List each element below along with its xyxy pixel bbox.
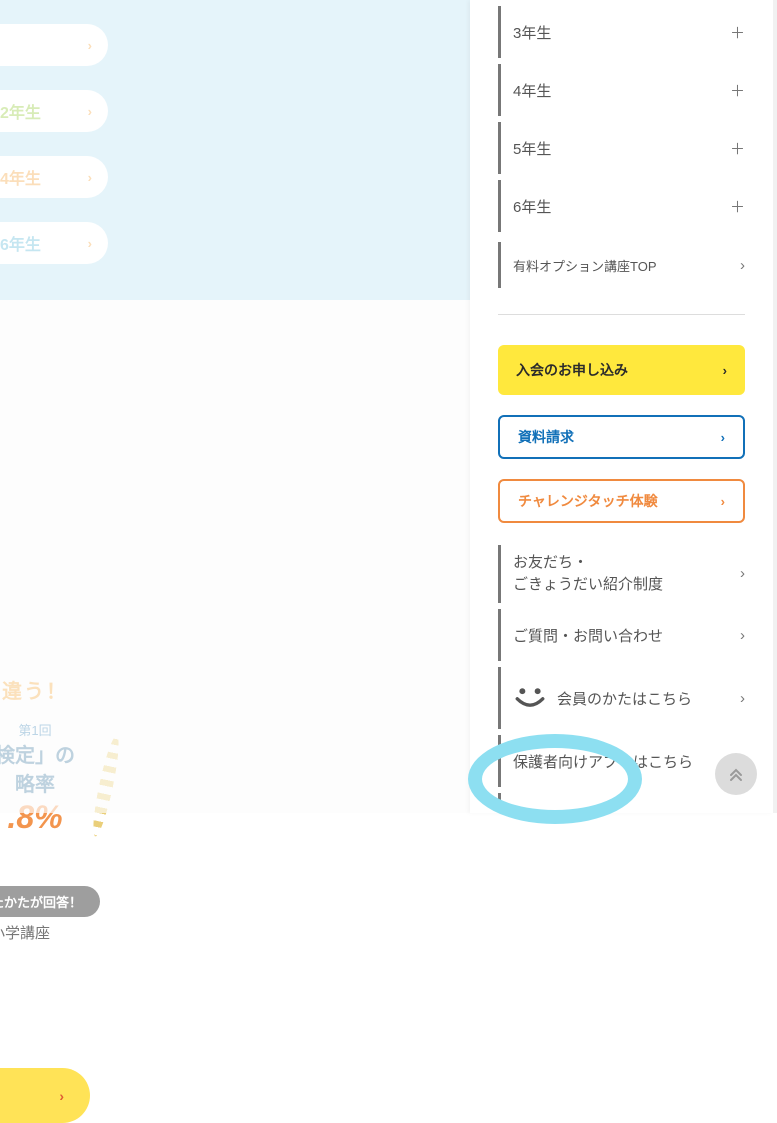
scroll-to-top-button[interactable] — [715, 753, 757, 795]
plus-icon: ＋ — [730, 22, 745, 43]
chevron-right-icon: › — [740, 563, 745, 585]
nav-item-label: 会員のかたはこちら — [557, 688, 692, 709]
chevron-right-icon: › — [721, 494, 725, 509]
survey-subtext: 小学講座 — [0, 922, 50, 943]
nav-members[interactable]: 会員のかたはこちら › — [498, 667, 745, 729]
nav-item-label: ご質問・お問い合わせ — [513, 625, 663, 646]
nav-option-top[interactable]: 有料オプション講座TOP › — [498, 242, 745, 288]
nav-item-label: お友だち・ ごきょうだい紹介制度 — [513, 552, 663, 596]
nav-grade-3[interactable]: 3年生 ＋ — [498, 6, 745, 58]
plus-icon: ＋ — [730, 138, 745, 159]
trial-button[interactable]: チャレンジタッチ体験 › — [498, 479, 745, 523]
chevron-right-icon: › — [740, 690, 745, 707]
nav-item-label: 4年生 — [513, 80, 551, 101]
nav-item-label: 保護者向けアプリはこちら — [513, 751, 693, 772]
scrollbar-track[interactable] — [773, 0, 777, 813]
smiley-face-icon — [513, 684, 547, 712]
apply-button[interactable]: 入会のお申し込み › — [498, 345, 745, 395]
request-docs-button[interactable]: 資料請求 › — [498, 415, 745, 459]
nav-referral[interactable]: お友だち・ ごきょうだい紹介制度 › — [498, 545, 745, 603]
nav-inquiries[interactable]: ご質問・お問い合わせ › — [498, 609, 745, 661]
chevron-right-icon: › — [59, 1088, 64, 1104]
nav-item-label: 5年生 — [513, 138, 551, 159]
chevron-right-icon: › — [740, 257, 745, 274]
nav-sitemap[interactable]: サイトマップ › — [498, 793, 745, 813]
chevron-right-icon: › — [721, 430, 725, 445]
nav-item-label: 有料オプション講座TOP — [513, 256, 657, 275]
nav-grade-6[interactable]: 6年生 ＋ — [498, 180, 745, 232]
nav-grade-5[interactable]: 5年生 ＋ — [498, 122, 745, 174]
nav-parent-app[interactable]: 保護者向けアプリはこちら › — [498, 735, 745, 787]
divider — [498, 314, 745, 315]
survey-badge: したかたが回答！ — [0, 886, 100, 917]
chevron-right-icon: › — [740, 627, 745, 644]
nav-item-label: 3年生 — [513, 22, 551, 43]
chevron-right-icon: › — [723, 363, 727, 378]
plus-icon: ＋ — [730, 196, 745, 217]
plus-icon: ＋ — [730, 80, 745, 101]
modal-backdrop — [0, 0, 470, 813]
button-label: 資料請求 — [518, 427, 574, 447]
nav-drawer: 3年生 ＋ 4年生 ＋ 5年生 ＋ 6年生 ＋ 有料オプション講座TOP › 入… — [470, 0, 773, 813]
button-label: 入会のお申し込み — [516, 360, 628, 380]
nav-item-label: サイトマップ — [513, 809, 603, 814]
button-label: チャレンジタッチ体験 — [518, 491, 658, 511]
cta-pill[interactable]: › — [0, 1068, 90, 1123]
chevrons-up-icon — [728, 766, 744, 782]
nav-grade-4[interactable]: 4年生 ＋ — [498, 64, 745, 116]
nav-item-label: 6年生 — [513, 196, 551, 217]
